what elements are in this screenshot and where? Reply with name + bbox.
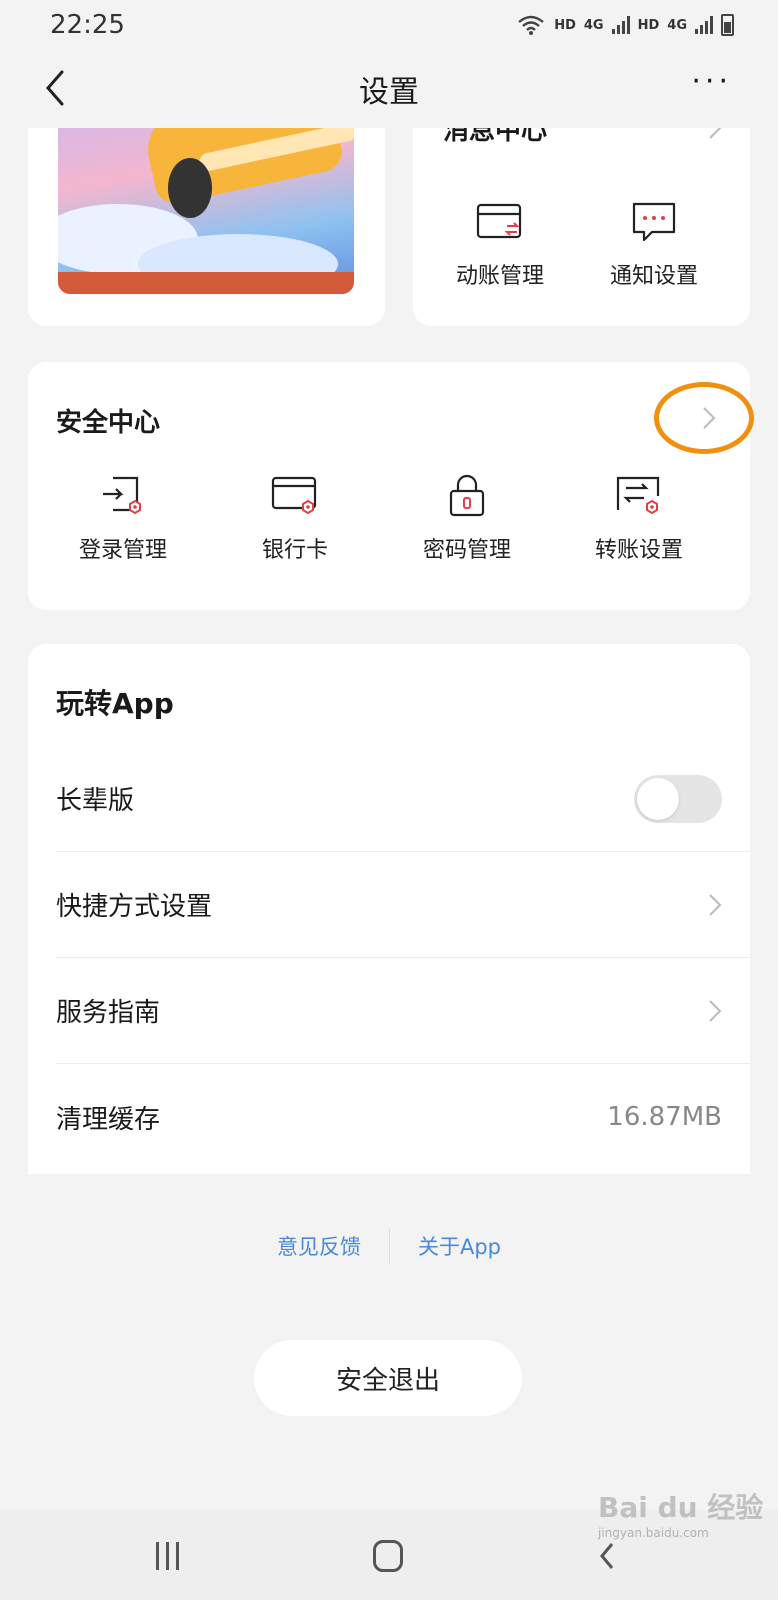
message-center-title[interactable]: 消息中心 [443,128,547,147]
security-item-label: 密码管理 [422,538,511,563]
watermark-brand: Bai du 经验 [598,1491,764,1524]
system-back-icon[interactable] [598,1542,616,1570]
message-item-notification-settings[interactable]: 通知设置 [579,196,729,290]
page-title: 设置 [359,75,419,110]
network-label: 4G [667,17,687,33]
chevron-right-icon [709,893,722,916]
status-icons: HD 4G HD 4G [516,14,734,36]
logout-button[interactable]: 安全退出 [254,1340,522,1416]
baidu-jingyan-watermark: Bai du 经验 jingyan.baidu.com [598,1486,763,1540]
status-bar: 22:25 HD 4G HD 4G [0,0,778,50]
status-time: 22:25 [50,10,125,40]
link-divider [388,1228,390,1264]
recent-apps-icon[interactable] [156,1542,179,1570]
watermark-url: jingyan.baidu.com [598,1526,709,1540]
lock-icon [441,470,493,522]
cache-size-value: 16.87MB [607,1102,722,1132]
network-label: HD [554,17,576,33]
security-item-login-management[interactable]: 登录管理 [48,470,198,564]
security-item-bank-card[interactable]: 银行卡 [220,470,370,564]
about-app-link[interactable]: 关于App [418,1231,501,1261]
row-label: 清理缓存 [56,1104,161,1135]
security-center-card: 安全中心 登录管理 银行卡 密码管理 转账设置 [28,362,754,610]
footer-links: 意见反馈 关于App [0,1228,778,1264]
settings-scroll-area[interactable]: 消息中心 动账管理 通知设置 安全中心 登录管理 银行卡 密码管理 转账设置 玩… [0,128,778,1510]
login-icon [97,470,149,522]
signal-icon [695,16,713,34]
security-item-label: 登录管理 [78,538,167,563]
security-item-label: 银行卡 [261,538,328,563]
message-item-label: 通知设置 [609,264,698,289]
promo-banner-card[interactable] [28,128,385,326]
nav-bar: 设置 ··· [0,50,778,128]
more-options-button[interactable]: ··· [691,67,732,97]
toggle-knob [637,777,679,820]
bank-card-icon [269,470,321,522]
network-label: HD [637,17,660,33]
back-arrow-icon[interactable] [40,68,70,108]
message-center-card: 消息中心 动账管理 通知设置 [413,128,750,326]
row-label: 服务指南 [56,998,161,1028]
home-icon[interactable] [373,1540,403,1572]
row-label: 快捷方式设置 [56,892,213,922]
network-label: 4G [583,17,604,33]
chevron-right-icon [709,999,722,1022]
feedback-link[interactable]: 意见反馈 [277,1231,361,1261]
message-item-account-movement[interactable]: 动账管理 [425,196,575,290]
transfer-icon [613,470,665,522]
elder-mode-toggle[interactable] [634,774,722,823]
battery-icon [721,14,734,36]
chat-bubble-icon [628,196,680,248]
play-app-card: 玩转App 长辈版 快捷方式设置 服务指南 清理缓存 16.87MB [28,644,750,1174]
signal-icon [611,16,630,34]
promo-banner-image[interactable] [58,128,354,294]
message-item-label: 动账管理 [455,264,544,289]
play-app-title: 玩转App [56,687,174,720]
security-item-password-management[interactable]: 密码管理 [392,470,542,564]
card-transfer-icon [474,196,526,248]
shortcut-settings-row[interactable]: 快捷方式设置 [56,852,750,958]
security-item-label: 转账设置 [594,538,683,563]
elder-mode-row[interactable]: 长辈版 [56,746,750,852]
service-guide-row[interactable]: 服务指南 [56,958,750,1064]
row-label: 长辈版 [56,786,135,816]
wifi-icon [518,15,544,35]
security-center-title: 安全中心 [56,408,161,438]
chevron-right-icon[interactable] [708,128,722,140]
clear-cache-row[interactable]: 清理缓存 16.87MB [56,1064,750,1170]
highlight-circle-annotation [654,382,754,454]
security-item-transfer-settings[interactable]: 转账设置 [564,470,714,564]
